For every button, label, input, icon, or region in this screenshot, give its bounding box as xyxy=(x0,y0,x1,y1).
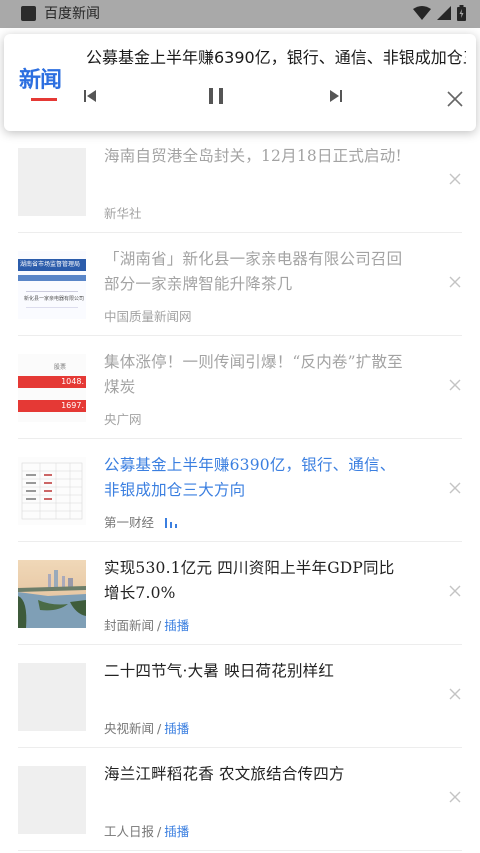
thumb-stock-val-2: 1697. xyxy=(61,401,84,410)
wifi-icon xyxy=(413,6,431,20)
news-meta: 第一财经 xyxy=(104,512,178,531)
list-item[interactable]: 公募基金上半年赚6390亿，银行、通信、非银成加仓三大方向 第一财经 xyxy=(0,439,480,542)
news-meta: 中国质量新闻网 xyxy=(104,306,192,325)
news-title: 二十四节气·大暑 映日荷花别样红 xyxy=(104,662,335,680)
dismiss-icon[interactable] xyxy=(448,790,462,804)
insert-tag: 插播 xyxy=(164,824,190,839)
signal-icon xyxy=(437,6,451,20)
dismiss-icon[interactable] xyxy=(448,584,462,598)
news-source: 第一财经 xyxy=(104,515,155,530)
news-source: 新华社 xyxy=(104,206,142,221)
list-item[interactable]: 二十四节气·大暑 映日荷花别样红 央视新闻 / 插播 xyxy=(0,645,480,748)
list-item[interactable]: 海兰江畔稻花香 农文旅结合传四方 工人日报 / 插播 xyxy=(0,748,480,851)
thumb-stock-label: 股票 xyxy=(54,364,67,371)
next-icon[interactable] xyxy=(328,88,344,104)
news-thumbnail xyxy=(18,766,86,834)
now-playing-title: 公募基金上半年赚6390亿，银行、通信、非银成加仓三大方向 xyxy=(86,48,466,67)
audio-player-card[interactable]: 新闻 公募基金上半年赚6390亿，银行、通信、非银成加仓三大方向 xyxy=(4,34,476,131)
list-item[interactable]: 湖南省市场监督管理局 新化县一家亲电器有限公司 「湖南省」新化县一家亲电器有限公… xyxy=(0,233,480,336)
dismiss-icon[interactable] xyxy=(448,378,462,392)
news-thumbnail xyxy=(18,560,86,628)
insert-tag: 插播 xyxy=(164,618,190,633)
status-bar: 百度新闻 xyxy=(0,0,480,28)
news-title: 集体涨停！一则传闻引爆！“反内卷”扩散至煤炭 xyxy=(104,353,403,396)
news-meta: 新华社 xyxy=(104,203,142,222)
close-player-icon[interactable] xyxy=(446,90,464,108)
news-panel: 海南自贸港全岛封关，12月18日正式启动! 新华社 湖南省市场监督管理局 新化县… xyxy=(0,28,480,853)
list-item[interactable]: 股票 1048. 1697. 集体涨停！一则传闻引爆！“反内卷”扩散至煤炭 央广… xyxy=(0,336,480,439)
divider xyxy=(18,850,462,851)
thumb-sub-text: 新化县一家亲电器有限公司 xyxy=(24,296,85,302)
previous-icon[interactable] xyxy=(82,88,98,104)
news-thumbnail xyxy=(18,663,86,731)
news-source: 中国质量新闻网 xyxy=(104,309,192,324)
dismiss-icon[interactable] xyxy=(448,481,462,495)
list-item[interactable]: 海南自贸港全岛封关，12月18日正式启动! 新华社 xyxy=(0,130,480,233)
logo-text: 新闻 xyxy=(19,68,62,93)
news-logo: 新闻 xyxy=(19,62,67,110)
news-meta: 央视新闻 / 插播 xyxy=(104,721,190,736)
news-thumbnail: 股票 1048. 1697. xyxy=(18,354,86,422)
news-thumbnail xyxy=(18,148,86,216)
news-source: 工人日报 xyxy=(104,824,155,839)
dismiss-icon[interactable] xyxy=(448,172,462,186)
news-title: 实现530.1亿元 四川资阳上半年GDP同比增长7.0% xyxy=(104,559,395,602)
app-notification-icon xyxy=(21,6,36,21)
logo-underline xyxy=(31,98,57,101)
news-meta: 封面新闻 / 插播 xyxy=(104,618,190,633)
news-title-playing: 公募基金上半年赚6390亿，银行、通信、非银成加仓三大方向 xyxy=(104,456,396,499)
list-item[interactable]: 实现530.1亿元 四川资阳上半年GDP同比增长7.0% 封面新闻 / 插播 xyxy=(0,542,480,645)
landscape-photo xyxy=(18,560,86,628)
pause-icon[interactable] xyxy=(206,86,226,106)
news-title: 海南自贸港全岛封关，12月18日正式启动! xyxy=(104,147,402,165)
thumb-header-text: 湖南省市场监督管理局 xyxy=(20,261,81,268)
dismiss-icon[interactable] xyxy=(448,687,462,701)
playing-indicator-icon xyxy=(165,517,178,528)
news-title: 「湖南省」新化县一家亲电器有限公司召回部分一家亲牌智能升降茶几 xyxy=(104,250,403,293)
table-thumbnail-graphic xyxy=(21,462,83,520)
news-meta: 工人日报 / 插播 xyxy=(104,824,190,839)
status-app-name: 百度新闻 xyxy=(44,6,100,22)
news-source: 封面新闻 xyxy=(104,618,155,633)
news-thumbnail: 湖南省市场监督管理局 新化县一家亲电器有限公司 xyxy=(18,251,86,319)
status-icons xyxy=(413,5,466,21)
news-meta: 央广网 xyxy=(104,409,142,428)
dismiss-icon[interactable] xyxy=(448,275,462,289)
news-source: 央广网 xyxy=(104,412,142,427)
news-source: 央视新闻 xyxy=(104,721,155,736)
news-thumbnail xyxy=(18,457,86,525)
insert-tag: 插播 xyxy=(164,721,190,736)
battery-icon xyxy=(457,5,466,21)
thumb-stock-val-1: 1048. xyxy=(61,377,84,386)
news-title: 海兰江畔稻花香 农文旅结合传四方 xyxy=(104,765,345,783)
